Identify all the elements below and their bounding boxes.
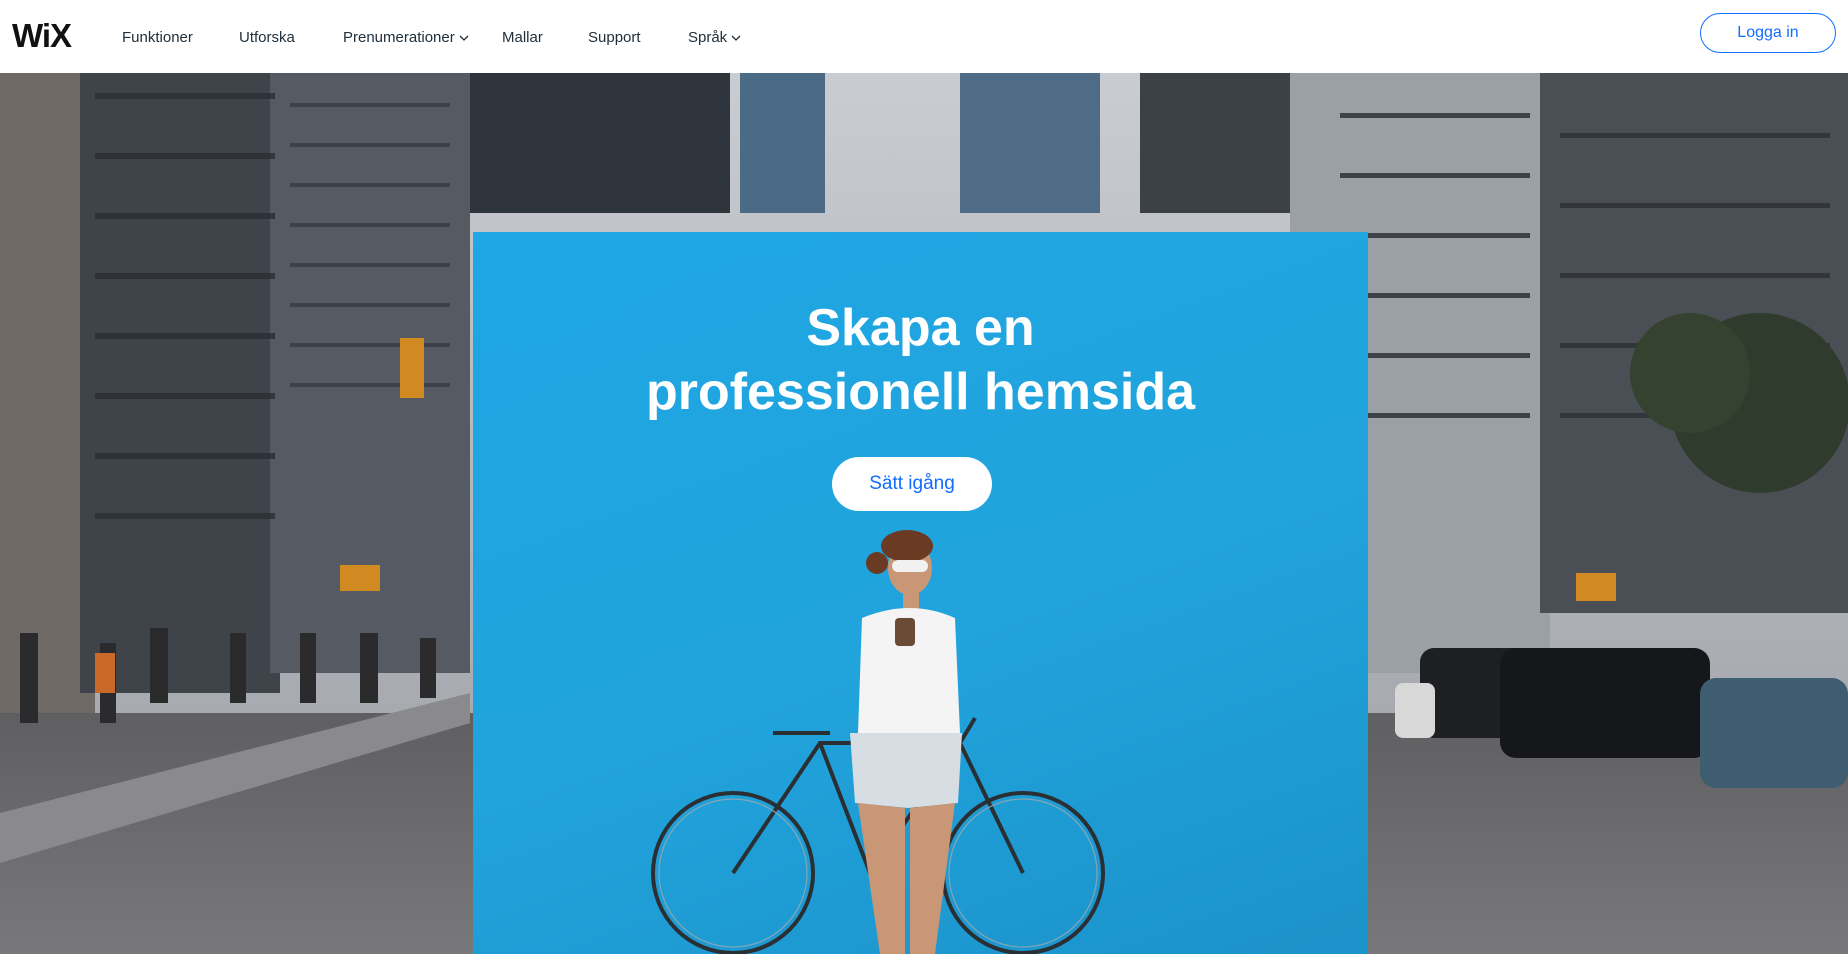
nav-item-prenumerationer-label: Prenumerationer — [343, 29, 455, 46]
nav-item-support[interactable]: Support — [588, 28, 641, 48]
top-navigation-bar: WiX Funktioner Utforska Prenumerationer … — [0, 0, 1848, 73]
hero-headline-line1: Skapa en — [806, 299, 1035, 357]
nav-item-mallar[interactable]: Mallar — [502, 28, 543, 48]
wix-logo[interactable]: WiX — [12, 16, 72, 56]
get-started-button[interactable]: Sätt igång — [832, 457, 992, 511]
nav-item-sprak-label: Språk — [688, 29, 728, 46]
login-button[interactable]: Logga in — [1700, 13, 1836, 53]
nav-item-prenumerationer[interactable]: Prenumerationer — [343, 28, 469, 48]
nav-item-sprak[interactable]: Språk — [688, 28, 741, 48]
chevron-down-icon — [459, 35, 469, 41]
chevron-down-icon — [731, 35, 741, 41]
nav-item-utforska[interactable]: Utforska — [239, 28, 295, 48]
hero-headline: Skapa en professionell hemsida — [473, 296, 1368, 424]
hero-headline-line2: professionell hemsida — [645, 363, 1196, 421]
woman-with-bicycle-image — [651, 530, 1105, 954]
nav-item-funktioner[interactable]: Funktioner — [122, 28, 193, 48]
hero-section: Skapa en professionell hemsida Sätt igån… — [0, 73, 1848, 954]
